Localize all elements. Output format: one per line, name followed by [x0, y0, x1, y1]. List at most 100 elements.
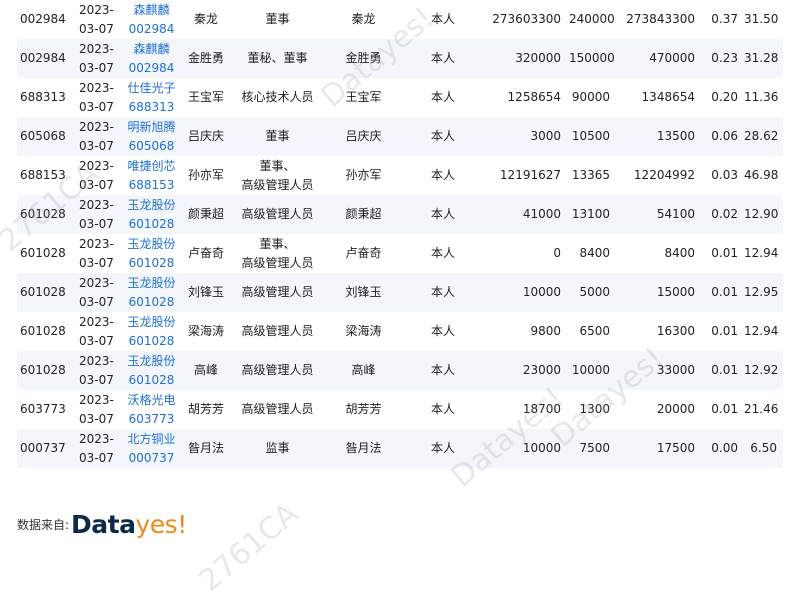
- stock-link-cell-line[interactable]: 605068: [121, 137, 182, 156]
- date-cell: 2023- 03-07: [76, 78, 121, 117]
- stock-link-cell-line[interactable]: 玉龙股份: [121, 313, 182, 332]
- stock-code-cell-line: 002984: [20, 12, 66, 26]
- stock-link-cell-line[interactable]: 北方铜业: [121, 430, 182, 449]
- stock-link-cell[interactable]: 北方铜业 000737: [121, 429, 182, 468]
- date-cell-line: 03-07: [79, 60, 114, 75]
- shares-before-cell-line: 41000: [522, 207, 561, 221]
- stock-link-cell-line[interactable]: 森麒麟: [121, 40, 182, 59]
- stock-link-cell[interactable]: 玉龙股份 601028: [121, 312, 182, 351]
- stock-link-cell-line[interactable]: 沃格光电: [121, 391, 182, 410]
- date-cell-line: 2023-: [79, 119, 114, 134]
- shares-change-cell: 6500: [569, 312, 618, 351]
- person-cell-line: 王宝军: [187, 90, 224, 104]
- stock-link-cell-line[interactable]: 明新旭腾: [121, 118, 182, 137]
- shares-before-cell-line: 320000: [515, 51, 561, 65]
- shares-after-cell-line: 273843300: [626, 12, 695, 26]
- position-cell: 监事: [230, 429, 325, 468]
- stock-link-cell[interactable]: 玉龙股份 601028: [121, 351, 182, 390]
- stock-link-cell[interactable]: 沃格光电 603773: [121, 390, 182, 429]
- stock-link-cell-line[interactable]: 仕佳光子: [121, 79, 182, 98]
- shares-before-cell: 10000: [484, 429, 569, 468]
- date-cell: 2023- 03-07: [76, 0, 121, 39]
- position-cell-line: 高级管理人员: [241, 324, 314, 338]
- person-cell-line: 颜秉超: [187, 207, 224, 221]
- stock-link-cell-line[interactable]: 唯捷创芯: [121, 157, 182, 176]
- stock-link-cell-line[interactable]: 601028: [121, 332, 182, 351]
- person-cell-line: 高峰: [193, 363, 218, 377]
- stock-link-cell-line[interactable]: 玉龙股份: [121, 196, 182, 215]
- stock-link-cell[interactable]: 明新旭腾 605068: [121, 117, 182, 156]
- date-cell-line: 03-07: [79, 99, 114, 114]
- related-person-cell: 梁海涛: [325, 312, 402, 351]
- relation-cell: 本人: [402, 195, 484, 234]
- shares-after-cell: 13500: [618, 117, 703, 156]
- related-person-cell: 高峰: [325, 351, 402, 390]
- shares-change-cell: 5000: [569, 273, 618, 312]
- stock-link-cell[interactable]: 仕佳光子 688313: [121, 78, 182, 117]
- stock-link-cell-line[interactable]: 601028: [121, 371, 182, 390]
- related-person-cell: 秦龙: [325, 0, 402, 39]
- table-row: 000737 2023- 03-07 北方铜业 000737 昝月法 监事 昝月法 本人 1000…: [17, 429, 783, 468]
- shares-change-cell-line: 10000: [571, 363, 610, 377]
- stock-code-cell: 688153: [17, 156, 76, 195]
- person-cell-line: 刘锋玉: [187, 285, 224, 299]
- person-cell: 刘锋玉: [182, 273, 230, 312]
- shares-change-cell-line: 90000: [571, 90, 610, 104]
- shares-change-cell: 13365: [569, 156, 618, 195]
- stock-link-cell-line[interactable]: 000737: [121, 449, 182, 468]
- relation-cell: 本人: [402, 429, 484, 468]
- stock-link-cell-line[interactable]: 603773: [121, 410, 182, 429]
- table-row: 601028 2023- 03-07 玉龙股份 601028 刘锋玉 高级管理人员 刘锋玉 本人…: [17, 273, 783, 312]
- stock-link-cell-line[interactable]: 002984: [121, 20, 182, 39]
- date-cell-line: 2023-: [79, 392, 114, 407]
- relation-cell-line: 本人: [430, 168, 455, 182]
- stock-link-cell-line[interactable]: 玉龙股份: [121, 274, 182, 293]
- date-cell-line: 2023-: [79, 2, 114, 17]
- stock-link-cell[interactable]: 玉龙股份 601028: [121, 234, 182, 273]
- shares-after-cell: 16300: [618, 312, 703, 351]
- stock-code-cell: 601028: [17, 234, 76, 273]
- shares-after-cell-line: 12204992: [633, 168, 695, 182]
- stock-code-cell: 601028: [17, 312, 76, 351]
- shares-before-cell: 9800: [484, 312, 569, 351]
- stock-link-cell-line[interactable]: 688313: [121, 98, 182, 117]
- date-cell-line: 03-07: [79, 372, 114, 387]
- shares-after-cell: 8400: [618, 234, 703, 273]
- date-cell-line: 03-07: [79, 333, 114, 348]
- stock-link-cell[interactable]: 森麒麟 002984: [121, 39, 182, 78]
- position-cell-line: 董事: [265, 129, 290, 143]
- price-cell-line: 31.50: [744, 12, 779, 26]
- stock-code-cell: 002984: [17, 0, 76, 39]
- shares-after-cell: 17500: [618, 429, 703, 468]
- stock-link-cell-line[interactable]: 601028: [121, 215, 182, 234]
- stock-link-cell-line[interactable]: 688153: [121, 176, 182, 195]
- date-cell-line: 2023-: [79, 80, 114, 95]
- change-pct-cell: 0.37: [703, 0, 744, 39]
- change-pct-cell-line: 0.01: [711, 402, 738, 416]
- relation-cell-line: 本人: [430, 207, 455, 221]
- stock-link-cell[interactable]: 唯捷创芯 688153: [121, 156, 182, 195]
- stock-link-cell-line[interactable]: 玉龙股份: [121, 352, 182, 371]
- stock-link-cell-line[interactable]: 玉龙股份: [121, 235, 182, 254]
- shares-change-cell: 8400: [569, 234, 618, 273]
- shares-before-cell-line: 23000: [522, 363, 561, 377]
- stock-code-cell: 601028: [17, 273, 76, 312]
- stock-code-cell-line: 601028: [20, 363, 66, 377]
- position-cell-line: 高级管理人员: [241, 255, 314, 270]
- relation-cell: 本人: [402, 156, 484, 195]
- stock-link-cell[interactable]: 玉龙股份 601028: [121, 273, 182, 312]
- stock-link-cell-line[interactable]: 002984: [121, 59, 182, 78]
- shares-change-cell: 10500: [569, 117, 618, 156]
- relation-cell-line: 本人: [430, 363, 455, 377]
- stock-link-cell-line[interactable]: 601028: [121, 254, 182, 273]
- shares-after-cell: 15000: [618, 273, 703, 312]
- price-cell-line: 12.94: [744, 246, 779, 260]
- relation-cell-line: 本人: [430, 285, 455, 299]
- stock-link-cell-line[interactable]: 森麒麟: [121, 1, 182, 20]
- stock-link-cell[interactable]: 玉龙股份 601028: [121, 195, 182, 234]
- stock-link-cell-line[interactable]: 601028: [121, 293, 182, 312]
- stock-link-cell[interactable]: 森麒麟 002984: [121, 0, 182, 39]
- person-cell-line: 孙亦军: [187, 168, 224, 182]
- relation-cell-line: 本人: [430, 324, 455, 338]
- relation-cell: 本人: [402, 312, 484, 351]
